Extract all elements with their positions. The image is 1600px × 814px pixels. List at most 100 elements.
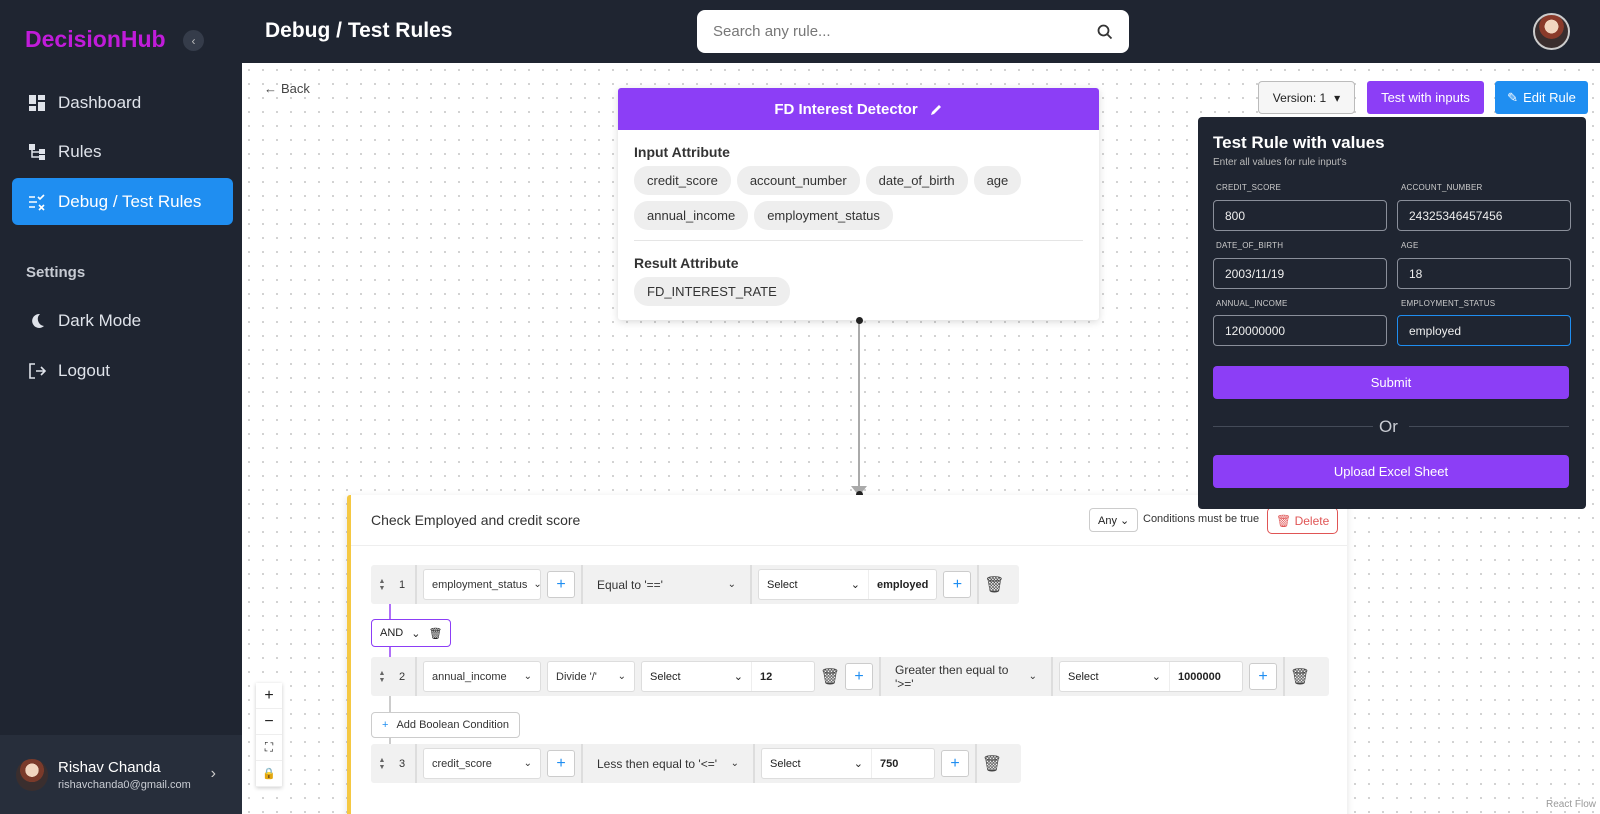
result-attribute-list: FD_INTEREST_RATE <box>618 277 1099 306</box>
credit-score-field[interactable] <box>1213 200 1387 231</box>
condition-title: Check Employed and credit score <box>371 512 581 528</box>
result-chip: FD_INTEREST_RATE <box>634 277 790 306</box>
test-with-inputs-button[interactable]: Test with inputs <box>1367 81 1484 114</box>
lock-icon[interactable]: 🔒 <box>256 761 282 787</box>
avatar[interactable] <box>1533 13 1570 50</box>
input-attribute-title: Input Attribute <box>634 144 730 160</box>
search-icon[interactable] <box>1097 24 1113 40</box>
trash-icon[interactable]: 🗑 <box>1290 668 1310 686</box>
sidebar-item-label: Dark Mode <box>58 310 142 330</box>
value-input[interactable]: Select ⌄ employed <box>758 569 938 600</box>
row-reorder-stepper[interactable]: ▲ ▼ <box>375 757 389 771</box>
any-all-select[interactable]: Any ⌄ <box>1089 508 1139 532</box>
operator-select[interactable]: Less then equal to '<=' ⌄ <box>589 748 747 779</box>
condition-row: ▲ ▼ 2 annual_income ⌄ Divide '/' ⌄ Select ⌄ 1… <box>371 657 1329 696</box>
chevron-down-icon: ⌄ <box>730 758 739 769</box>
pencil-icon[interactable] <box>930 103 943 116</box>
delete-condition-button[interactable]: 🗑 Delete <box>1267 507 1339 534</box>
select-value: Select <box>770 757 801 770</box>
trash-icon[interactable]: 🗑 <box>428 627 442 640</box>
row-number: 1 <box>398 578 406 591</box>
value-input[interactable]: Select ⌄ 750 <box>761 748 935 779</box>
attribute-select[interactable]: employment_status ⌄ <box>423 569 542 600</box>
chevron-down-icon: ⌄ <box>1151 671 1161 683</box>
panel-title: Test Rule with values <box>1213 133 1385 152</box>
input-attribute-list: credit_score account_number date_of_birt… <box>618 166 1099 230</box>
date-of-birth-field[interactable] <box>1213 258 1387 289</box>
attribute-select[interactable]: annual_income ⌄ <box>423 661 541 692</box>
sidebar-item-rules[interactable]: Rules <box>12 128 233 175</box>
field-label: DATE_OF_BIRTH <box>1216 241 1284 250</box>
add-operation-button[interactable]: + <box>547 750 575 777</box>
chevron-right-icon[interactable]: › <box>211 765 216 783</box>
version-label: Version: 1 <box>1272 90 1327 105</box>
and-or-select[interactable]: AND ⌄ 🗑 <box>371 619 452 647</box>
edit-rule-button[interactable]: ✎ Edit Rule <box>1495 81 1588 114</box>
zoom-out-button[interactable]: − <box>256 709 282 735</box>
react-flow-attribution[interactable]: React Flow <box>1546 799 1596 810</box>
operator-select[interactable]: Equal to '==' ⌄ <box>589 569 744 600</box>
operator-select[interactable]: Greater then equal to '>=' ⌄ <box>887 661 1045 692</box>
divider <box>1213 426 1373 427</box>
submit-button[interactable]: Submit <box>1213 366 1569 399</box>
back-button[interactable]: ← Back <box>264 81 310 96</box>
divider <box>415 744 417 783</box>
condition-row: ▲ ▼ 1 employment_status ⌄ + Equal to '==' ⌄… <box>371 565 1019 604</box>
sidebar-item-dashboard[interactable]: Dashboard <box>12 79 233 126</box>
select-value: annual_income <box>432 670 507 683</box>
search-input[interactable] <box>713 23 1097 40</box>
moon-icon <box>32 313 44 328</box>
attribute-chip: credit_score <box>634 166 731 195</box>
top-bar: Debug / Test Rules <box>242 0 1600 63</box>
attribute-chip: date_of_birth <box>865 166 968 195</box>
divider <box>415 565 417 604</box>
add-operation-button[interactable]: + <box>1249 663 1277 690</box>
value-text: employed <box>877 578 929 591</box>
annual-income-field[interactable] <box>1213 315 1387 346</box>
row-reorder-stepper[interactable]: ▲ ▼ <box>375 578 389 592</box>
sidebar-item-label: Debug / Test Rules <box>58 191 202 211</box>
sidebar-item-label: Rules <box>58 141 102 161</box>
plus-icon: + <box>382 719 389 731</box>
condition-node[interactable]: Check Employed and credit score Any ⌄ Co… <box>347 495 1347 814</box>
zoom-in-button[interactable]: + <box>256 683 282 709</box>
add-operation-button[interactable]: + <box>845 663 873 690</box>
divider <box>977 565 980 604</box>
attribute-select[interactable]: credit_score ⌄ <box>423 748 541 779</box>
age-field[interactable] <box>1397 258 1571 289</box>
add-operation-button[interactable]: + <box>547 571 575 598</box>
trash-icon[interactable]: 🗑 <box>984 576 1004 594</box>
account-number-field[interactable] <box>1397 200 1571 231</box>
add-operation-button[interactable]: + <box>941 750 969 777</box>
panel-subtitle: Enter all values for rule input's <box>1213 157 1347 168</box>
source-handle[interactable] <box>856 317 863 324</box>
sidebar-item-debug-test-rules[interactable]: Debug / Test Rules <box>12 178 233 225</box>
select-value: Select <box>1068 670 1099 683</box>
value-input[interactable]: Select ⌄ 1000000 <box>1059 661 1243 692</box>
chevron-down-icon: ⌄ <box>523 671 532 682</box>
math-operator-select[interactable]: Divide '/' ⌄ <box>547 661 635 692</box>
user-profile[interactable]: Rishav Chanda rishavchanda0@gmail.com › <box>0 735 242 814</box>
trash-icon[interactable]: 🗑 <box>982 755 1002 773</box>
add-boolean-condition-button[interactable]: + Add Boolean Condition <box>371 712 520 738</box>
sidebar-item-logout[interactable]: Logout <box>12 347 233 394</box>
sidebar-item-dark-mode[interactable]: Dark Mode <box>12 297 233 344</box>
version-select[interactable]: Version: 1 ▾ <box>1258 81 1355 114</box>
collapse-sidebar-button[interactable]: ‹ <box>183 30 204 51</box>
dashboard-icon <box>29 94 45 111</box>
trash-icon[interactable]: 🗑 <box>820 668 840 686</box>
fit-view-button[interactable]: ⛶ <box>256 735 282 761</box>
employment-status-field[interactable] <box>1397 315 1571 346</box>
test-rule-panel: Test Rule with values Enter all values f… <box>1198 117 1586 509</box>
upload-excel-button[interactable]: Upload Excel Sheet <box>1213 455 1569 488</box>
select-value: Less then equal to '<=' <box>597 756 718 771</box>
add-operation-button[interactable]: + <box>943 571 972 598</box>
divider <box>634 240 1083 241</box>
caret-down-icon: ▾ <box>1334 90 1341 105</box>
chevron-down-icon: ⌄ <box>1028 671 1037 682</box>
row-reorder-stepper[interactable]: ▲ ▼ <box>375 670 389 684</box>
search-bar[interactable] <box>697 10 1129 53</box>
rule-attribute-card[interactable]: FD Interest Detector Input Attribute cre… <box>618 88 1099 320</box>
result-attribute-title: Result Attribute <box>634 255 739 271</box>
math-value-input[interactable]: Select ⌄ 12 <box>641 661 815 692</box>
